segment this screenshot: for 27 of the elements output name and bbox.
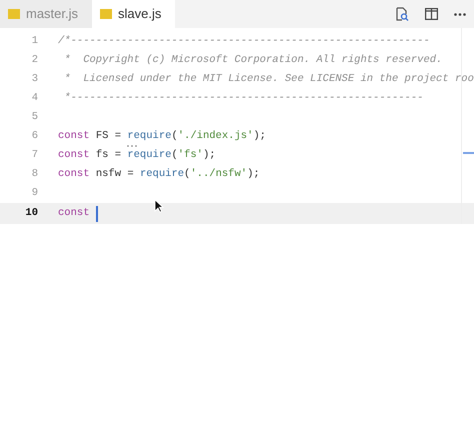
split-editor-icon[interactable] (425, 8, 438, 20)
more-icon[interactable] (454, 12, 466, 16)
line-number: 9 (30, 186, 38, 201)
code-line: *-------------------------------------------------------- (63, 90, 424, 106)
code-line: const fs = require('fs'); (58, 148, 216, 163)
line-number: 8 (30, 166, 38, 182)
javascript-file-icon (8, 9, 20, 19)
line-number: 6 (30, 128, 38, 144)
line-number: 2 (30, 52, 38, 68)
code-line: * Copyright (c) Microsoft Corporation. All rights reserved. (63, 52, 442, 68)
code-line: * Licensed under the MIT License. See LICENSE in the project roo (63, 72, 474, 87)
code-line: const FS = require('./index.js'); (58, 128, 266, 144)
line-number: 4 (30, 90, 38, 106)
mouse-pointer-icon (154, 199, 164, 213)
javascript-file-icon (100, 9, 112, 19)
editor-tab[interactable]: slave.js (92, 0, 176, 28)
code-line: /*--------------------------------------------------------- (58, 34, 430, 49)
line-number: 3 (30, 72, 38, 87)
line-number: 7 (30, 148, 38, 163)
overview-ruler-mark (463, 152, 474, 154)
code-line: const (58, 206, 90, 221)
line-number: 1 (30, 34, 38, 49)
text-cursor (96, 206, 98, 222)
line-number: 10 (24, 206, 38, 221)
line-number: 5 (30, 110, 38, 125)
search-icon[interactable] (395, 7, 409, 21)
code-line: const nsfw = require('../nsfw'); (58, 166, 260, 182)
